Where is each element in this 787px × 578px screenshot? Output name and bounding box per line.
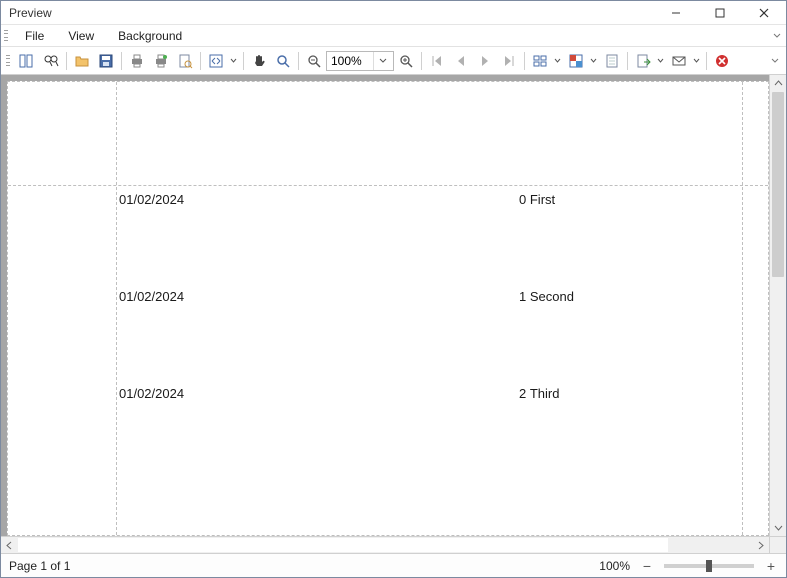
scroll-up-button[interactable] <box>770 75 786 92</box>
report-row: 01/02/2024 1 Second <box>119 289 748 309</box>
scroll-down-button[interactable] <box>770 519 786 536</box>
separator <box>121 52 122 70</box>
zoom-in-button[interactable] <box>395 50 417 72</box>
find-button[interactable] <box>40 50 62 72</box>
hand-tool-button[interactable] <box>248 50 270 72</box>
zoom-out-button[interactable] <box>303 50 325 72</box>
cell-index: 0 <box>519 192 526 212</box>
zoom-slider[interactable] <box>664 564 754 568</box>
zoom-slider-thumb[interactable] <box>706 560 712 572</box>
zoom-dropdown[interactable] <box>373 52 391 70</box>
menubar-overflow[interactable] <box>770 29 784 43</box>
hscroll-track[interactable] <box>18 538 668 552</box>
separator <box>706 52 707 70</box>
separator <box>298 52 299 70</box>
thumbnails-button[interactable] <box>16 50 38 72</box>
margin-left-line <box>116 82 117 535</box>
toolbar-overflow[interactable] <box>768 54 782 68</box>
cell-label: First <box>530 192 555 212</box>
vscroll-track[interactable] <box>770 92 786 519</box>
zoom-input[interactable] <box>327 52 373 70</box>
horizontal-scrollbar[interactable] <box>1 536 786 553</box>
page-setup-button[interactable] <box>174 50 196 72</box>
cell-index: 2 <box>519 386 526 406</box>
menu-view[interactable]: View <box>56 27 106 45</box>
statusbar: Page 1 of 1 100% − + <box>1 553 786 577</box>
print-button[interactable] <box>126 50 148 72</box>
zoom-minus-button[interactable]: − <box>640 560 654 572</box>
next-page-button[interactable] <box>474 50 496 72</box>
close-button[interactable] <box>742 1 786 25</box>
color-button[interactable] <box>565 50 587 72</box>
magnifier-button[interactable] <box>272 50 294 72</box>
prev-page-button[interactable] <box>450 50 472 72</box>
multipage-button[interactable] <box>529 50 551 72</box>
watermark-button[interactable] <box>601 50 623 72</box>
separator <box>524 52 525 70</box>
menubar-grip <box>3 29 9 43</box>
zoom-plus-button[interactable]: + <box>764 560 778 572</box>
email-button[interactable] <box>668 50 690 72</box>
report-row: 01/02/2024 2 Third <box>119 386 748 406</box>
menu-file[interactable]: File <box>13 27 56 45</box>
scroll-right-button[interactable] <box>752 537 769 553</box>
scale-dropdown[interactable] <box>228 50 238 72</box>
color-dropdown[interactable] <box>588 50 598 72</box>
titlebar: Preview <box>1 1 786 25</box>
close-preview-button[interactable] <box>711 50 733 72</box>
separator <box>627 52 628 70</box>
cell-index: 1 <box>519 289 526 309</box>
viewport[interactable]: 01/02/2024 0 First 01/02/2024 1 Second 0… <box>1 75 769 536</box>
email-dropdown[interactable] <box>691 50 701 72</box>
separator <box>243 52 244 70</box>
export-button[interactable] <box>632 50 654 72</box>
vertical-scrollbar[interactable] <box>769 75 786 536</box>
cell-label: Third <box>530 386 560 406</box>
cell-date: 01/02/2024 <box>119 289 519 309</box>
scale-button[interactable] <box>205 50 227 72</box>
page-preview: 01/02/2024 0 First 01/02/2024 1 Second 0… <box>7 81 769 536</box>
page-indicator: Page 1 of 1 <box>9 559 70 573</box>
save-button[interactable] <box>95 50 117 72</box>
content-area: 01/02/2024 0 First 01/02/2024 1 Second 0… <box>1 75 786 536</box>
last-page-button[interactable] <box>498 50 520 72</box>
toolbar <box>1 47 786 75</box>
open-button[interactable] <box>71 50 93 72</box>
cell-label: Second <box>530 289 574 309</box>
first-page-button[interactable] <box>426 50 448 72</box>
zoom-combobox[interactable] <box>326 51 394 71</box>
cell-date: 01/02/2024 <box>119 192 519 212</box>
vscroll-thumb[interactable] <box>772 92 784 277</box>
export-dropdown[interactable] <box>655 50 665 72</box>
scroll-left-button[interactable] <box>1 537 18 553</box>
quick-print-button[interactable] <box>150 50 172 72</box>
minimize-button[interactable] <box>654 1 698 25</box>
window-title: Preview <box>9 6 654 20</box>
menubar: File View Background <box>1 25 786 47</box>
margin-top-line <box>8 185 768 186</box>
separator <box>200 52 201 70</box>
separator <box>421 52 422 70</box>
toolbar-grip <box>5 54 11 68</box>
zoom-percent-label: 100% <box>599 559 630 573</box>
hscroll-spacer <box>668 537 752 553</box>
separator <box>66 52 67 70</box>
multipage-dropdown[interactable] <box>552 50 562 72</box>
cell-date: 01/02/2024 <box>119 386 519 406</box>
report-row: 01/02/2024 0 First <box>119 192 748 212</box>
scroll-corner <box>769 537 786 553</box>
menu-background[interactable]: Background <box>106 27 194 45</box>
maximize-button[interactable] <box>698 1 742 25</box>
